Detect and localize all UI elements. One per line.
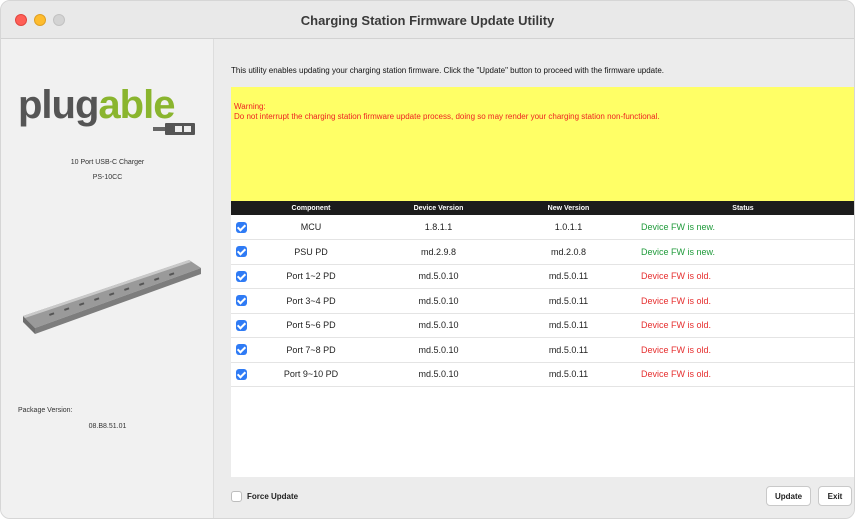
table-row: PSU PD md.2.9.8 md.2.0.8 Device FW is ne…: [231, 240, 854, 264]
status-cell: Device FW is old.: [641, 271, 712, 282]
component-cell: Port 7~8 PD: [286, 344, 336, 355]
device-version-cell: md.5.0.10: [418, 369, 459, 380]
status-cell: Device FW is old.: [641, 320, 712, 331]
table-header-row: Component Device Version New Version Sta…: [231, 201, 854, 215]
device-version-cell: md.5.0.10: [418, 295, 459, 306]
intro-text: This utility enables updating your charg…: [231, 66, 665, 75]
usb-plug-icon: [153, 123, 195, 135]
row-checkbox[interactable]: [235, 344, 247, 356]
component-cell: Port 5~6 PD: [286, 320, 336, 331]
table-row: MCU 1.8.1.1 1.0.1.1 Device FW is new.: [231, 215, 854, 240]
status-cell: Device FW is new.: [641, 246, 716, 257]
brand-logo: plugable: [18, 83, 175, 128]
app-window: Charging Station Firmware Update Utility…: [0, 0, 855, 519]
row-checkbox[interactable]: [235, 368, 247, 380]
table-row: Port 9~10 PD md.5.0.10 md.5.0.11 Device …: [231, 362, 854, 387]
device-version-cell: md.5.0.10: [418, 271, 459, 282]
header-status: Status: [732, 204, 754, 212]
header-device-version: Device Version: [413, 204, 464, 212]
package-version-label: Package Version:: [18, 407, 73, 414]
new-version-cell: md.5.0.11: [548, 369, 589, 380]
row-checkbox[interactable]: [235, 295, 247, 307]
status-cell: Device FW is old.: [641, 369, 712, 380]
row-checkbox[interactable]: [235, 270, 247, 282]
row-checkbox[interactable]: [235, 246, 247, 258]
device-version-cell: md.5.0.10: [418, 344, 459, 355]
header-select: [231, 201, 251, 215]
exit-button[interactable]: Exit: [818, 486, 852, 506]
update-button[interactable]: Update: [766, 486, 811, 506]
force-update-box[interactable]: [231, 491, 242, 502]
charger-device-image: [23, 260, 201, 334]
component-cell: MCU: [300, 222, 322, 232]
warning-title: Warning:: [234, 102, 266, 111]
new-version-cell: 1.0.1.1: [554, 222, 583, 232]
main-content: This utility enables updating your charg…: [215, 39, 854, 518]
force-update-label: Force Update: [247, 492, 299, 501]
new-version-cell: md.5.0.11: [548, 344, 589, 355]
status-cell: Device FW is new.: [641, 222, 716, 232]
component-cell: Port 9~10 PD: [283, 369, 339, 380]
component-cell: PSU PD: [294, 246, 328, 257]
component-cell: Port 3~4 PD: [286, 295, 336, 306]
new-version-cell: md.5.0.11: [548, 320, 589, 331]
logo-text-main: plug: [18, 83, 99, 127]
new-version-cell: md.5.0.11: [548, 295, 589, 306]
status-cell: Device FW is old.: [641, 295, 712, 306]
package-version-value: 08.B8.51.01: [88, 423, 127, 430]
new-version-cell: md.5.0.11: [548, 271, 589, 282]
warning-message: Do not interrupt the charging station fi…: [234, 112, 660, 121]
table-row: Port 1~2 PD md.5.0.10 md.5.0.11 Device F…: [231, 264, 854, 289]
component-cell: Port 1~2 PD: [286, 271, 336, 282]
window-title: Charging Station Firmware Update Utility: [300, 13, 555, 28]
table-row: Port 7~8 PD md.5.0.10 md.5.0.11 Device F…: [231, 338, 854, 362]
device-version-cell: 1.8.1.1: [424, 222, 453, 232]
title-bar: Charging Station Firmware Update Utility: [1, 1, 854, 39]
row-checkbox[interactable]: [235, 221, 247, 233]
status-cell: Device FW is old.: [641, 344, 712, 355]
device-version-cell: md.2.9.8: [420, 246, 457, 257]
table-row: Port 3~4 PD md.5.0.10 md.5.0.11 Device F…: [231, 289, 854, 313]
warning-box: Warning: Do not interrupt the charging s…: [231, 87, 854, 204]
device-version-cell: md.5.0.10: [418, 320, 459, 331]
firmware-table: Component Device Version New Version Sta…: [231, 201, 854, 477]
force-update-checkbox[interactable]: Force Update: [231, 491, 298, 502]
header-component: Component: [291, 204, 331, 212]
table-row: Port 5~6 PD md.5.0.10 md.5.0.11 Device F…: [231, 313, 854, 338]
header-new-version: New Version: [547, 204, 590, 212]
sidebar: plugable 10 Port USB-C Charger PS-10CC P…: [1, 39, 214, 518]
row-checkbox[interactable]: [235, 319, 247, 331]
model-name: 10 Port USB-C Charger: [70, 159, 145, 166]
new-version-cell: md.2.0.8: [550, 246, 587, 257]
model-id: PS-10CC: [92, 174, 123, 181]
